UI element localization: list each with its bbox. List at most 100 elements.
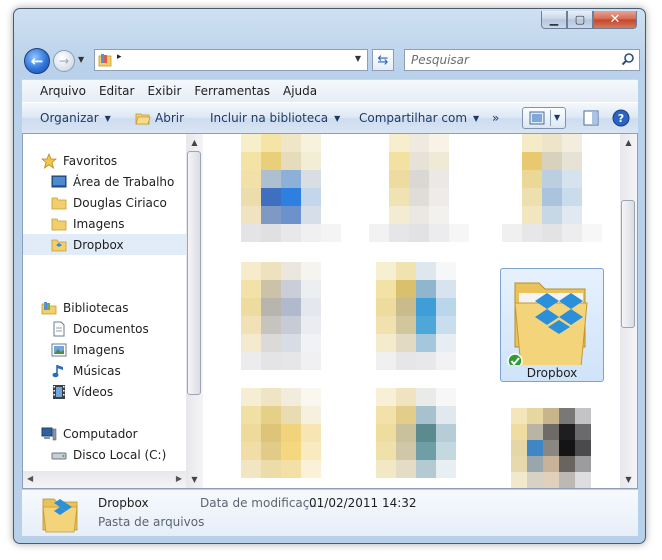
nav-library-pictures-label: Imagens <box>73 342 125 357</box>
details-name: Dropbox <box>98 496 149 510</box>
nav-documents[interactable]: Documentos <box>23 318 186 339</box>
include-label: Incluir na biblioteca <box>210 111 329 125</box>
nav-videos-label: Vídeos <box>73 384 114 399</box>
computer-icon <box>41 427 57 440</box>
navigation-bar: ← → ▼ ▸ ▼ ⇆ <box>22 46 640 74</box>
scroll-thumb[interactable] <box>621 200 635 328</box>
more-label: » <box>492 111 500 125</box>
file-view: Dropbox <box>204 134 620 488</box>
include-in-library-button[interactable]: Incluir na biblioteca ▼ <box>210 111 340 125</box>
address-bar[interactable]: ▸ ▼ <box>94 49 368 71</box>
dropbox-folder-icon <box>51 239 67 251</box>
nav-favorites[interactable]: Favoritos <box>23 150 186 171</box>
blurred-thumbnail[interactable] <box>502 134 602 242</box>
navigation-horizontal-scrollbar[interactable]: ◀ ▶ <box>23 471 186 488</box>
back-button[interactable]: ← <box>24 48 50 74</box>
blurred-thumbnail[interactable] <box>241 134 341 242</box>
details-pane: Dropbox Pasta de arquivos Data de modifi… <box>22 490 638 536</box>
menu-ferramentas[interactable]: Ferramentas <box>176 84 277 98</box>
folder-icon <box>51 218 67 230</box>
content-area: Favoritos Área de Trabalho Douglas Ciria… <box>22 133 638 489</box>
star-icon <box>41 152 57 169</box>
scroll-up-icon[interactable]: ▲ <box>186 134 203 151</box>
chevron-down-icon[interactable]: ▼ <box>554 113 560 122</box>
nav-dropbox-label: Dropbox <box>73 237 124 252</box>
breadcrumb-separator[interactable]: ▸ <box>117 52 122 62</box>
open-folder-icon <box>135 113 151 125</box>
menu-ajuda[interactable]: Ajuda <box>265 84 324 98</box>
blurred-thumbnail[interactable] <box>241 262 321 370</box>
scroll-down-icon[interactable]: ▼ <box>186 471 203 488</box>
change-view-button[interactable]: ▼ <box>522 107 566 129</box>
blurred-thumbnail[interactable] <box>241 388 321 478</box>
videos-icon <box>53 384 65 399</box>
nav-user-folder[interactable]: Douglas Ciriaco <box>23 192 186 213</box>
maximize-button[interactable]: ▢ <box>567 11 593 29</box>
details-date-value: 01/02/2011 14:32 <box>309 496 417 510</box>
pictures-icon <box>51 343 67 356</box>
nav-libraries-label: Bibliotecas <box>63 300 129 315</box>
search-input[interactable] <box>411 52 611 68</box>
chevron-down-icon: ▼ <box>334 113 341 123</box>
forward-button[interactable]: → <box>53 50 75 72</box>
help-icon[interactable]: ? <box>612 109 630 127</box>
music-icon <box>52 364 63 377</box>
chevron-down-icon: ▼ <box>104 113 111 123</box>
nav-library-pictures[interactable]: Imagens <box>23 339 186 360</box>
dropbox-folder-icon <box>42 498 78 533</box>
nav-videos[interactable]: Vídeos <box>23 381 186 402</box>
search-box[interactable] <box>404 49 640 71</box>
nav-computer[interactable]: Computador <box>23 423 186 444</box>
menu-bar: Arquivo Editar Exibir Ferramentas Ajuda <box>22 79 638 102</box>
blurred-thumbnail[interactable] <box>376 262 456 370</box>
navigation-vertical-scrollbar[interactable]: ▲ ▼ <box>186 134 203 488</box>
scroll-up-icon[interactable]: ▲ <box>620 134 637 151</box>
nav-desktop-label: Área de Trabalho <box>73 174 175 189</box>
nav-local-disk[interactable]: Disco Local (C:) <box>23 444 186 465</box>
nav-computer-label: Computador <box>63 426 138 441</box>
explorer-window: ▁ ▢ ✕ ← → ▼ ▸ ▼ ⇆ Arquivo Editar <box>13 8 646 544</box>
blurred-thumbnail[interactable] <box>511 408 591 488</box>
search-icon[interactable] <box>621 52 635 66</box>
blurred-thumbnail[interactable] <box>376 388 456 478</box>
nav-local-disk-label: Disco Local (C:) <box>73 447 167 462</box>
hard-drive-icon <box>51 452 67 459</box>
share-label: Compartilhar com <box>359 111 468 125</box>
dropbox-folder-icon <box>507 282 588 365</box>
command-bar: Organizar ▼ Abrir Incluir na biblioteca ▼ … <box>22 102 638 134</box>
details-date-label: Data de modificaç... <box>200 496 321 510</box>
blurred-thumbnail[interactable] <box>369 134 469 242</box>
nav-favorites-label: Favoritos <box>63 153 118 168</box>
view-icon <box>529 111 545 125</box>
scroll-left-icon[interactable]: ◀ <box>27 474 33 483</box>
address-dropdown-icon[interactable]: ▼ <box>355 54 361 63</box>
library-folder-icon <box>98 54 112 67</box>
close-button[interactable]: ✕ <box>593 11 637 29</box>
share-with-button[interactable]: Compartilhar com ▼ <box>359 111 479 125</box>
scroll-down-icon[interactable]: ▼ <box>620 471 637 488</box>
minimize-button[interactable]: ▁ <box>541 11 567 29</box>
nav-dropbox[interactable]: Dropbox <box>23 234 186 255</box>
more-commands-button[interactable]: » <box>492 111 499 125</box>
nav-music-label: Músicas <box>73 363 121 378</box>
file-view-vertical-scrollbar[interactable]: ▲ ▼ <box>620 134 637 488</box>
nav-documents-label: Documentos <box>73 321 149 336</box>
details-type: Pasta de arquivos <box>98 515 205 529</box>
preview-pane-icon[interactable] <box>583 110 599 126</box>
open-button[interactable]: Abrir <box>135 111 184 125</box>
back-arrow-icon: ← <box>30 52 44 70</box>
recent-pages-dropdown[interactable]: ▼ <box>78 55 84 64</box>
nav-user-folder-label: Douglas Ciriaco <box>73 195 167 210</box>
nav-music[interactable]: Músicas <box>23 360 186 381</box>
nav-libraries[interactable]: Bibliotecas <box>23 297 186 318</box>
refresh-button[interactable]: ⇆ <box>372 49 394 71</box>
nav-desktop[interactable]: Área de Trabalho <box>23 171 186 192</box>
organize-button[interactable]: Organizar ▼ <box>40 111 111 125</box>
scroll-thumb[interactable] <box>187 151 201 395</box>
dropbox-folder-label: Dropbox <box>526 366 578 380</box>
scroll-right-icon[interactable]: ▶ <box>176 474 182 483</box>
nav-pictures[interactable]: Imagens <box>23 213 186 234</box>
dropbox-folder-item[interactable]: Dropbox <box>500 268 604 382</box>
organize-label: Organizar <box>40 111 99 125</box>
caption-buttons: ▁ ▢ ✕ <box>541 11 637 29</box>
